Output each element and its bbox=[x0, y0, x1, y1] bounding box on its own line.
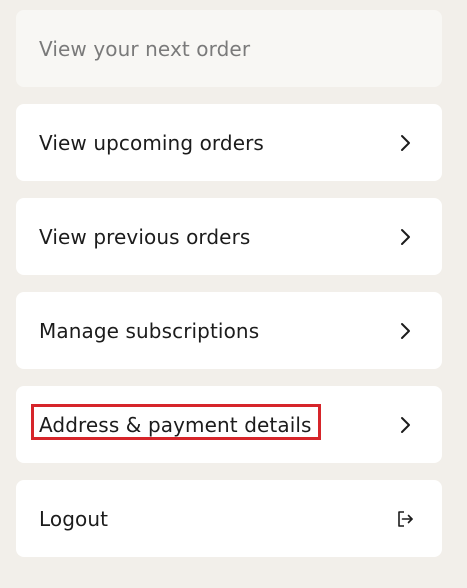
view-next-order-item: View your next order bbox=[16, 10, 442, 87]
manage-subscriptions-item[interactable]: Manage subscriptions bbox=[16, 292, 442, 369]
menu-item-label: View previous orders bbox=[39, 224, 251, 249]
view-upcoming-orders-item[interactable]: View upcoming orders bbox=[16, 104, 442, 181]
address-payment-details-item[interactable]: Address & payment details bbox=[16, 386, 442, 463]
menu-item-label: Manage subscriptions bbox=[39, 318, 260, 343]
chevron-right-icon bbox=[396, 322, 414, 340]
chevron-right-icon bbox=[396, 416, 414, 434]
menu-item-label: Logout bbox=[39, 506, 109, 531]
logout-icon bbox=[396, 510, 414, 528]
view-previous-orders-item[interactable]: View previous orders bbox=[16, 198, 442, 275]
account-menu: View your next order View upcoming order… bbox=[16, 10, 442, 574]
logout-item[interactable]: Logout bbox=[16, 480, 442, 557]
chevron-right-icon bbox=[396, 228, 414, 246]
chevron-right-icon bbox=[396, 134, 414, 152]
menu-item-label: View upcoming orders bbox=[39, 130, 264, 155]
menu-item-label: View your next order bbox=[39, 36, 251, 61]
menu-item-label: Address & payment details bbox=[39, 412, 312, 437]
